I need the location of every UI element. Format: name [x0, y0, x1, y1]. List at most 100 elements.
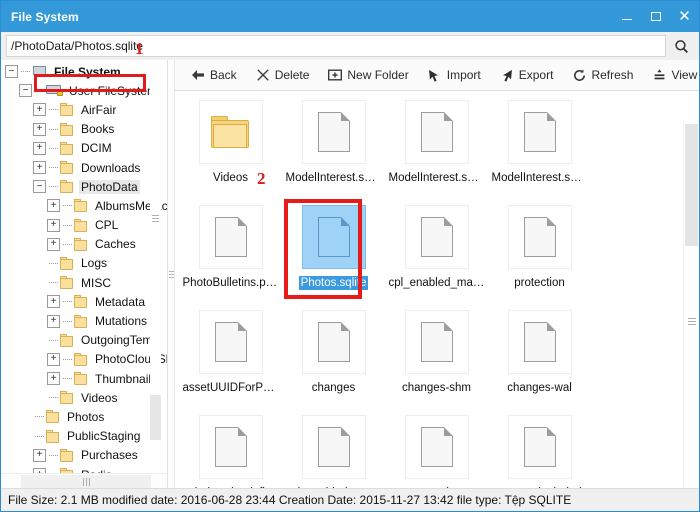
tree-item[interactable]: + Books: [1, 120, 167, 139]
folder-icon: [60, 276, 75, 290]
tree-expander-plus-icon[interactable]: +: [33, 141, 46, 155]
tree-expander-plus-icon[interactable]: +: [33, 161, 46, 175]
file-grid-item[interactable]: cpl_enabled_marker: [282, 409, 385, 488]
tree-item[interactable]: − User FileSystem: [1, 81, 167, 100]
file-grid-item[interactable]: changes-shm: [385, 304, 488, 409]
document-icon: [214, 217, 247, 257]
tree-item[interactable]: + AlbumsMetac: [1, 196, 167, 215]
close-button[interactable]: ✕: [670, 1, 699, 32]
toolbar-button-export[interactable]: Export: [492, 65, 562, 85]
file-grid-item[interactable]: protection: [385, 409, 488, 488]
tree-item[interactable]: PublicStaging: [1, 427, 167, 446]
toolbar-button-back[interactable]: Back: [183, 65, 245, 85]
search-button[interactable]: [667, 34, 695, 58]
file-item-label: ModelInterest.sqlite...: [388, 172, 487, 184]
file-grid-item[interactable]: ModelInterest.sqlit...: [488, 94, 591, 199]
folder-icon: [74, 352, 89, 366]
file-icon-box: [198, 310, 263, 374]
document-icon: [317, 427, 350, 467]
file-grid-item[interactable]: suspendnebulad: [488, 409, 591, 488]
tree-item[interactable]: + Thumbnails: [1, 369, 167, 388]
file-grid-item[interactable]: assetUUIDForPath....: [179, 304, 282, 409]
tree-item-label: Books: [81, 122, 115, 137]
tree-item[interactable]: + AirFair: [1, 100, 167, 119]
file-item-label: ModelInterest.sqlite: [285, 172, 384, 184]
file-icon-box: [404, 310, 469, 374]
tree-expander-plus-icon[interactable]: +: [47, 372, 60, 386]
tree-expander-plus-icon[interactable]: +: [33, 122, 46, 136]
tree-expander-plus-icon[interactable]: +: [33, 103, 46, 117]
tree-expander-plus-icon[interactable]: +: [47, 295, 60, 309]
path-input[interactable]: /PhotoData/Photos.sqlite: [6, 35, 666, 57]
tree-expander-plus-icon[interactable]: +: [47, 314, 60, 328]
tree-item[interactable]: + CPL: [1, 216, 167, 235]
close-icon: ✕: [678, 8, 691, 25]
refresh-icon: [572, 68, 586, 82]
document-icon: [317, 217, 350, 257]
tree-expander-minus-icon[interactable]: −: [5, 65, 18, 79]
file-grid-item[interactable]: protection: [488, 199, 591, 304]
file-item-label: PhotoBulletins.plist: [182, 277, 280, 289]
tree-horizontal-scrollbar[interactable]: [1, 473, 167, 488]
minimize-button[interactable]: [612, 1, 641, 32]
maximize-icon: [650, 12, 661, 21]
toolbar-button-label: Export: [518, 68, 554, 82]
tree-expander-plus-icon[interactable]: +: [47, 218, 60, 232]
tree-expander-minus-icon[interactable]: −: [19, 84, 32, 98]
tree-item-label: Mutations: [95, 314, 148, 329]
tree-item[interactable]: Videos: [1, 388, 167, 407]
tree-expander-plus-icon[interactable]: +: [33, 448, 46, 462]
title-bar: File System ✕: [1, 1, 699, 32]
toolbar-button-view[interactable]: View: [644, 65, 700, 85]
maximize-button[interactable]: [641, 1, 670, 32]
toolbar-button-label: Delete: [274, 68, 310, 82]
toolbar-button-delete[interactable]: Delete: [248, 65, 318, 85]
tree-connector: [47, 148, 60, 149]
tree-item[interactable]: − PhotoData: [1, 177, 167, 196]
tree-item[interactable]: MISC: [1, 273, 167, 292]
file-grid-item[interactable]: Videos: [179, 94, 282, 199]
tree-item[interactable]: − File System: [1, 62, 167, 81]
tree-item[interactable]: + Metadata: [1, 292, 167, 311]
file-grid-item[interactable]: Photos.sqlite: [282, 199, 385, 304]
tree-expander-plus-icon[interactable]: +: [47, 352, 60, 366]
tree-item[interactable]: OutgoingTem: [1, 331, 167, 350]
tree-item[interactable]: + Caches: [1, 235, 167, 254]
toolbar-button-refresh[interactable]: Refresh: [564, 65, 641, 85]
tree-item[interactable]: Logs: [1, 254, 167, 273]
file-grid-item[interactable]: ModelInterest.sqlite...: [385, 94, 488, 199]
toolbar-button-new-folder[interactable]: New Folder: [320, 65, 416, 85]
arrow-left-icon: [191, 68, 205, 82]
document-icon: [523, 217, 556, 257]
folder-icon: [60, 391, 75, 405]
file-grid-item[interactable]: changes: [282, 304, 385, 409]
tree-expander-plus-icon[interactable]: +: [47, 199, 60, 213]
tree-item-label: File System: [54, 64, 121, 79]
tree-item[interactable]: + Purchases: [1, 446, 167, 465]
tree-connector: [47, 455, 60, 456]
tree-item[interactable]: + PhotoCloudSl: [1, 350, 167, 369]
tree-item[interactable]: + Mutations: [1, 311, 167, 330]
tree-item[interactable]: + DCIM: [1, 139, 167, 158]
tree-item[interactable]: + Downloads: [1, 158, 167, 177]
tree-vertical-scrollbar[interactable]: [150, 60, 161, 458]
files-scrollbar-thumb[interactable]: [685, 124, 698, 246]
files-vertical-scrollbar[interactable]: [683, 122, 698, 488]
file-grid-item[interactable]: PhotoBulletins.plist: [179, 199, 282, 304]
document-icon: [214, 427, 247, 467]
tree-expander-plus-icon[interactable]: +: [47, 237, 60, 251]
tree-hscrollbar-thumb[interactable]: [21, 475, 151, 488]
folder-icon: [74, 199, 89, 213]
tree-expander-minus-icon[interactable]: −: [33, 180, 46, 194]
file-item-label: Videos: [213, 172, 248, 184]
file-grid-item[interactable]: ModelInterest.sqlite: [282, 94, 385, 199]
tree-scrollbar-thumb[interactable]: [150, 395, 161, 440]
file-grid[interactable]: Videos ModelInterest.sqlite ModelInterest.…: [179, 94, 681, 488]
toolbar-button-import[interactable]: Import: [420, 65, 489, 85]
file-grid-item[interactable]: cpl_enabled_marker: [385, 199, 488, 304]
file-grid-item[interactable]: cpl_download_finis...: [179, 409, 282, 488]
file-grid-item[interactable]: changes-wal: [488, 304, 591, 409]
tree-item[interactable]: Photos: [1, 407, 167, 426]
tree-item[interactable]: +Radio: [1, 465, 167, 473]
panel-splitter[interactable]: [168, 60, 175, 488]
